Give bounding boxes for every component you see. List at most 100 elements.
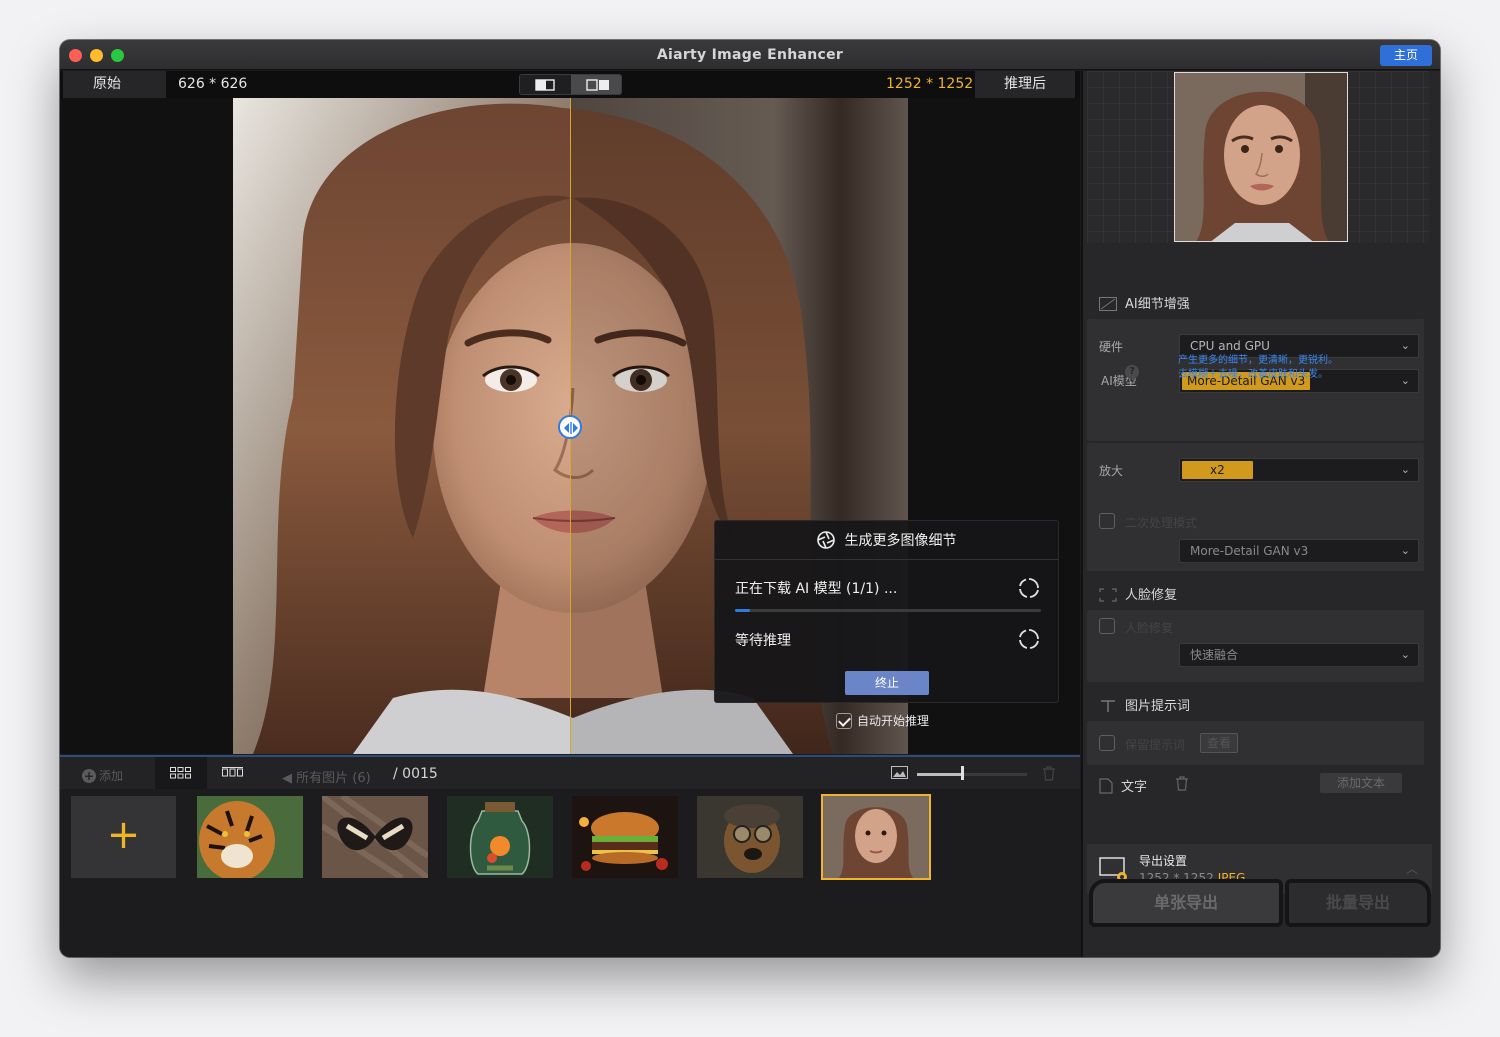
prompt-section-label: 图片提示词 — [1125, 699, 1191, 714]
document-icon — [1099, 778, 1113, 798]
add-image-button[interactable]: + 添加 — [82, 767, 123, 784]
navigator-thumbnail[interactable] — [1174, 72, 1348, 242]
thumbnail-steampunk-dog[interactable] — [697, 796, 803, 878]
single-export-button[interactable]: 单张导出 — [1089, 879, 1283, 927]
face-section-label: 人脸修复 — [1125, 588, 1178, 603]
thumbnail-toolbar: + 添加 ◀ 所有图片 (6) / 0015 — [60, 755, 1080, 789]
loading-spinner-icon — [1019, 629, 1039, 649]
chevron-down-icon: ⌄ — [1400, 374, 1410, 387]
face-restore-checkbox[interactable] — [1099, 618, 1115, 634]
auto-start-checkbox[interactable] — [836, 713, 852, 729]
ai-detail-section-title: AI细节增强 — [1099, 293, 1190, 315]
split-drag-handle[interactable] — [558, 415, 582, 439]
export-title: 导出设置 — [1139, 854, 1188, 868]
side-by-side-view-button[interactable] — [571, 75, 621, 94]
help-icon[interactable]: ? — [1125, 365, 1139, 379]
trash-icon[interactable] — [1175, 776, 1189, 791]
split-view-icon — [535, 79, 555, 91]
thumbnail-strip: + — [60, 789, 1080, 957]
keep-prompt-checkbox[interactable] — [1099, 735, 1115, 751]
woman-portrait-thumb — [823, 796, 929, 878]
add-image-tile[interactable]: + — [71, 796, 176, 878]
settings-panel: AI细节增强 硬件 CPU and GPU ⌄ AI模型 More-Detail … — [1081, 71, 1440, 957]
prompt-settings: 保留提示词 — [1087, 721, 1424, 765]
second-pass-value: More-Detail GAN v3 — [1190, 544, 1309, 558]
text-label: 文字 — [1121, 780, 1148, 795]
view-mode-toggle — [519, 74, 622, 95]
preview-navigator — [1087, 71, 1429, 243]
face-mode-select[interactable]: 快速融合 ⌄ — [1179, 643, 1419, 667]
upscale-label: 放大 — [1099, 464, 1124, 478]
tiger-image — [197, 796, 303, 878]
upscale-value: x2 — [1182, 461, 1253, 479]
download-progress-fill — [735, 609, 751, 612]
prompt-section-title: 图片提示词 — [1099, 695, 1190, 717]
upscale-select[interactable]: x2 ⌄ — [1179, 458, 1419, 482]
model-description: 产生更多的细节，更清晰，更锐利。 去模糊＋去噪，改善皮肤和头发。 — [1178, 354, 1338, 382]
chevron-down-icon: ⌄ — [1400, 463, 1410, 476]
progress-panel: 生成更多图像细节 正在下载 AI 模型 (1/1) ... 等待推理 终止 — [714, 520, 1059, 703]
hardware-value: CPU and GPU — [1190, 339, 1270, 353]
thumbnail-size-fill — [917, 773, 961, 776]
thumbnail-butterfly[interactable] — [322, 796, 428, 878]
batch-export-button[interactable]: 批量导出 — [1285, 879, 1431, 927]
preview-area: 生成更多图像细节 正在下载 AI 模型 (1/1) ... 等待推理 终止 自动… — [60, 98, 1080, 754]
grid-icon — [170, 767, 191, 779]
thumbnail-size-knob[interactable] — [961, 766, 964, 780]
progress-title: 生成更多图像细节 — [844, 533, 957, 549]
chevron-down-icon: ⌄ — [1400, 544, 1410, 557]
download-progress-bar — [735, 609, 1041, 612]
download-status: 正在下载 AI 模型 (1/1) ... — [735, 581, 898, 597]
left-right-arrows-icon — [564, 422, 578, 434]
app-window: Aiarty Image Enhancer 主页 原始 626 * 626 12… — [60, 40, 1440, 957]
filmstrip-icon — [222, 767, 243, 777]
thumbnail-tiger[interactable] — [197, 796, 303, 878]
original-label: 原始 — [63, 71, 166, 98]
keep-prompt-label: 保留提示词 — [1125, 738, 1186, 752]
enhanced-label: 推理后 — [975, 71, 1075, 98]
grid-view-button[interactable] — [155, 757, 207, 789]
home-button[interactable]: 主页 — [1380, 45, 1432, 66]
burger-image — [572, 796, 678, 878]
auto-start-option[interactable]: 自动开始推理 — [836, 712, 929, 729]
split-view-button[interactable] — [520, 75, 571, 94]
trash-icon[interactable] — [1042, 766, 1056, 781]
second-pass-label: 二次处理模式 — [1125, 516, 1198, 530]
butterfly-image — [322, 796, 428, 878]
ai-detail-label: AI细节增强 — [1125, 297, 1190, 312]
jar-image — [447, 796, 553, 878]
image-count: / 0015 — [393, 766, 438, 782]
export-buttons: 单张导出 批量导出 — [1087, 873, 1432, 931]
chevron-down-icon: ⌄ — [1400, 648, 1410, 661]
add-text-button[interactable]: 添加文本 — [1320, 773, 1402, 793]
second-pass-select[interactable]: More-Detail GAN v3 ⌄ — [1179, 539, 1419, 563]
model-desc-line-1: 产生更多的细节，更清晰，更锐利。 — [1178, 355, 1338, 366]
original-size: 626 * 626 — [178, 76, 248, 92]
strip-view-button[interactable] — [207, 757, 259, 789]
all-images-back[interactable]: ◀ 所有图片 (6) — [282, 767, 371, 786]
view-prompt-button[interactable]: 查看 — [1200, 733, 1238, 753]
thumbnail-size-slider[interactable] — [917, 773, 1027, 776]
text-row: 文字 — [1099, 776, 1147, 798]
thumbnail-jar[interactable] — [447, 796, 553, 878]
steampunk-dog-image — [697, 796, 803, 878]
side-by-side-icon — [586, 79, 609, 91]
stop-button[interactable]: 终止 — [845, 671, 929, 695]
face-mode-value: 快速融合 — [1190, 648, 1239, 662]
upscale-settings: 放大 x2 ⌄ 二次处理模式 More-Detail GAN v3 ⌄ — [1087, 443, 1424, 571]
title-bar: Aiarty Image Enhancer 主页 — [60, 40, 1440, 70]
face-section-title: 人脸修复 — [1099, 584, 1177, 606]
face-scan-icon — [1099, 588, 1117, 606]
progress-header: 生成更多图像细节 — [715, 521, 1058, 560]
auto-start-label: 自动开始推理 — [857, 714, 930, 728]
image-enhance-icon — [1099, 297, 1117, 315]
text-prompt-icon — [1099, 699, 1117, 717]
compare-info-bar: 原始 626 * 626 1252 * 1252 推理后 — [60, 71, 1080, 98]
navigator-portrait — [1175, 73, 1347, 241]
thumbnail-woman-portrait[interactable] — [821, 794, 931, 880]
plus-circle-icon: + — [82, 769, 96, 783]
hardware-label: 硬件 — [1099, 340, 1124, 354]
thumbnail-burger[interactable] — [572, 796, 678, 878]
enhanced-size: 1252 * 1252 — [886, 76, 974, 92]
second-pass-checkbox[interactable] — [1099, 513, 1115, 529]
